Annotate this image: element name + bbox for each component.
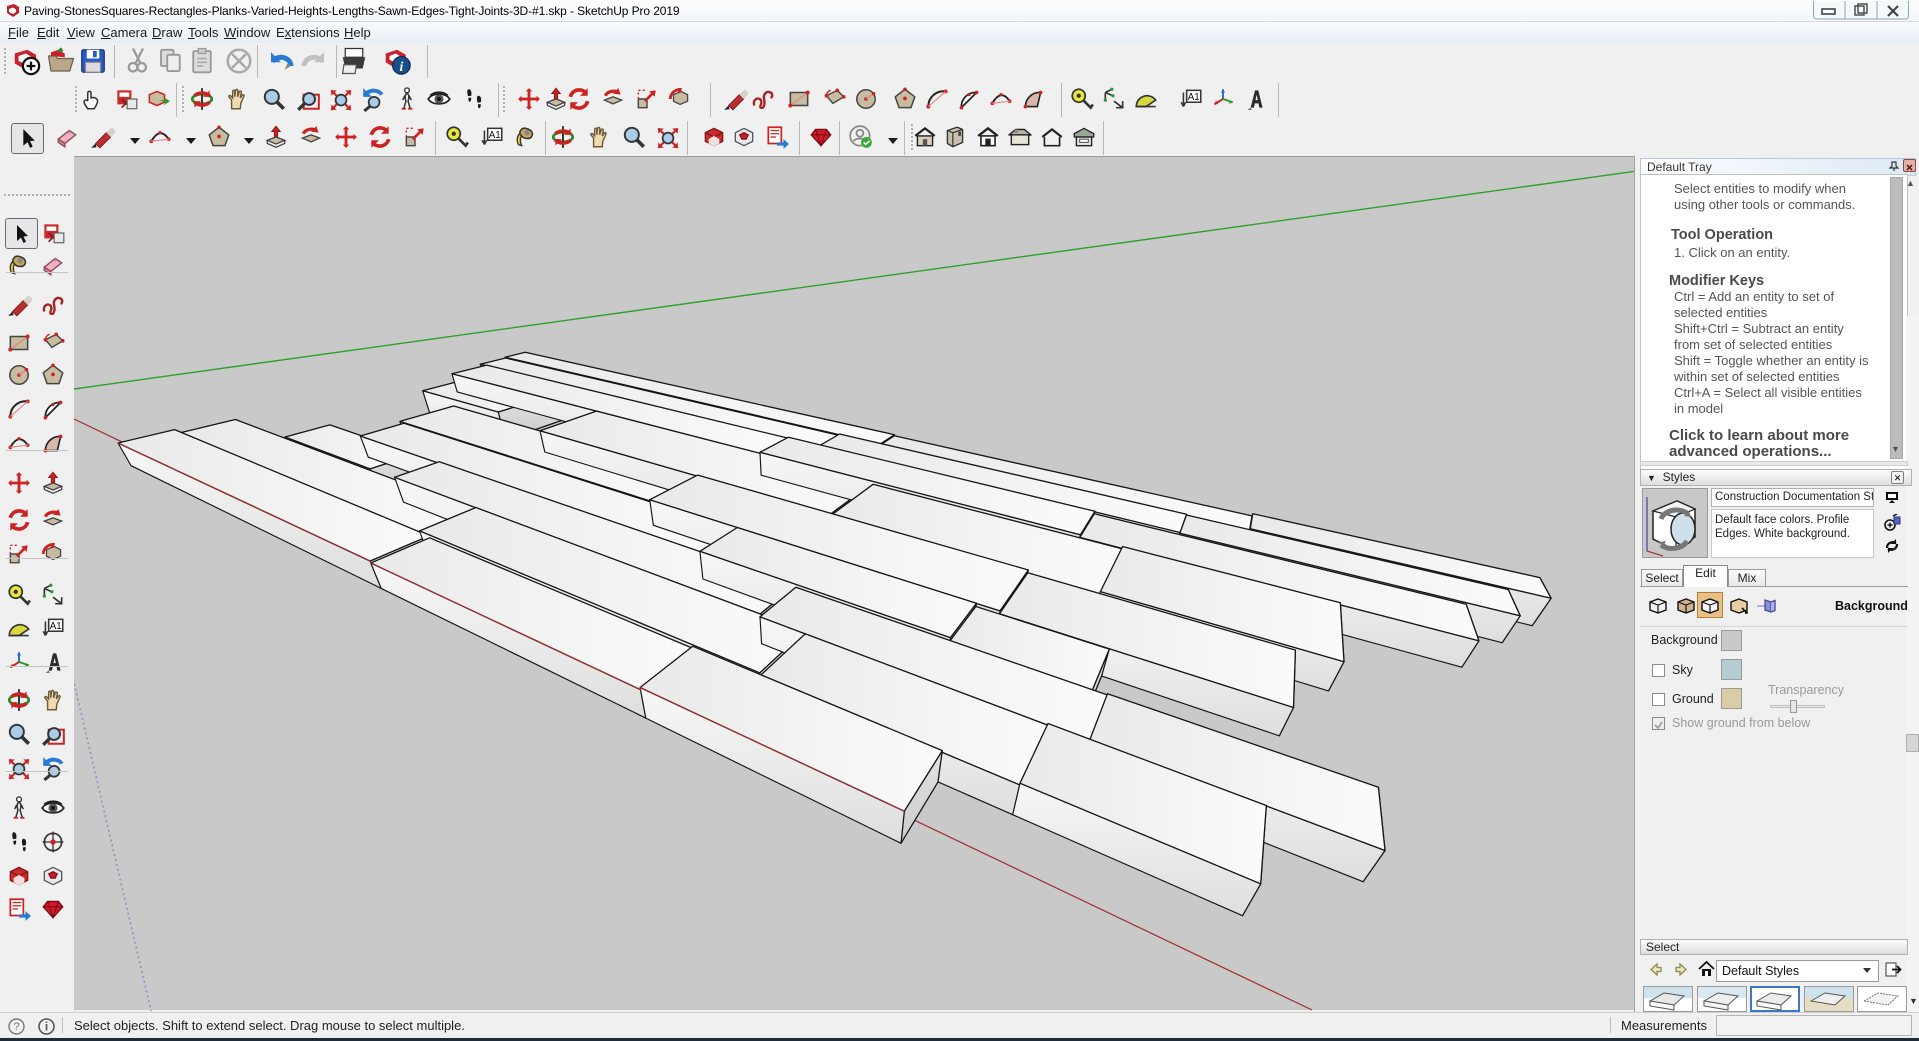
svg-text:i: i — [45, 1020, 48, 1034]
svg-text:?: ? — [13, 1021, 19, 1033]
